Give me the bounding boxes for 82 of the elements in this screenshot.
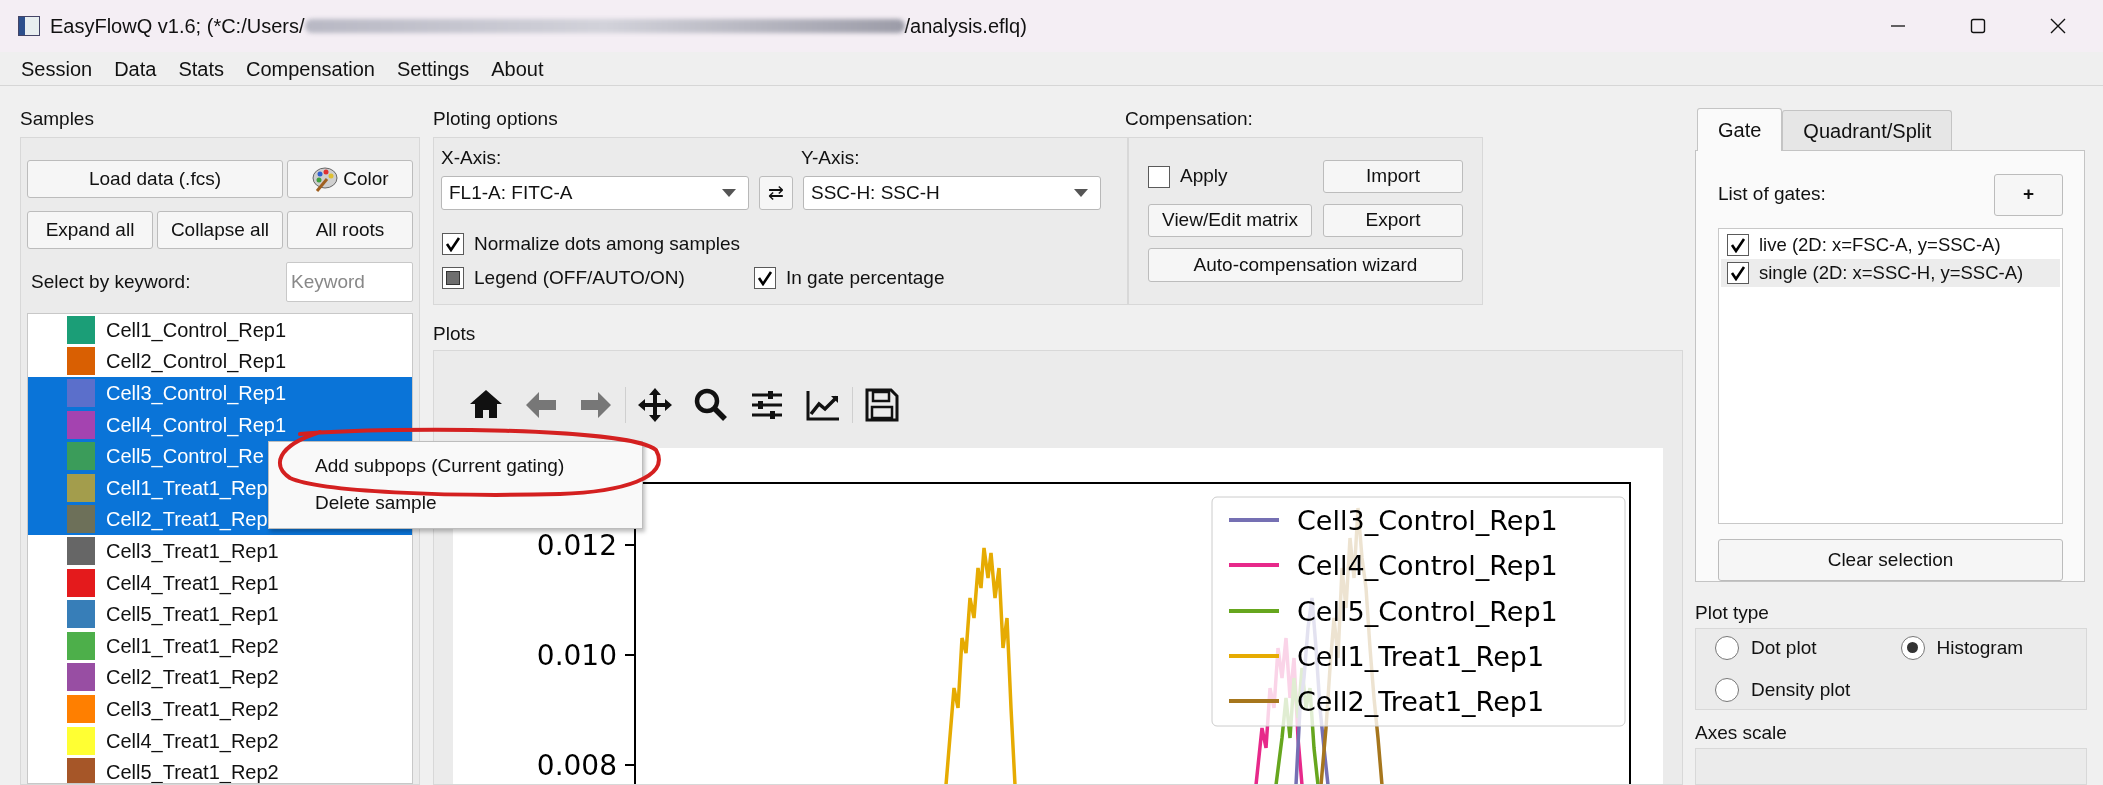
move-icon[interactable] [636, 386, 674, 424]
keyword-field[interactable]: Keyword [286, 262, 413, 302]
tick-label: 0.010 [536, 639, 617, 672]
group-title: Axes scale [1695, 720, 1788, 745]
sample-item[interactable]: Cell1_Treat1_Rep2 [28, 629, 412, 662]
add-gate-button[interactable]: + [1994, 173, 2063, 216]
sample-item[interactable]: Cell5_Treat1_Rep1 [28, 598, 412, 630]
legend-label: Cell1_Treat1_Rep1 [1297, 640, 1545, 672]
checkbox-label: Normalize dots among samples [474, 231, 741, 256]
load-data-button[interactable]: Load data (.fcs) [27, 160, 283, 198]
sample-item[interactable]: Cell1_Control_Rep1 [28, 314, 412, 346]
list-label: List of gates: [1718, 182, 1826, 207]
palette-icon [311, 166, 340, 192]
menu-item[interactable]: Settings [385, 53, 481, 84]
field-label: Y-Axis: [801, 146, 860, 166]
app-icon [18, 16, 40, 36]
tick-label: 0.008 [536, 749, 617, 782]
gate-item[interactable]: single (2D: x=SSC-H, y=SSC-A) [1721, 259, 2060, 287]
menu-item[interactable]: Compensation [235, 53, 386, 84]
sample-item[interactable]: Cell2_Control_Rep1 [28, 345, 412, 378]
sample-item[interactable]: Cell2_Treat1_Rep2 [28, 661, 412, 694]
checkbox[interactable] [1148, 165, 1170, 188]
group-title: Plot type [1695, 601, 1770, 625]
checkbox[interactable] [442, 267, 464, 289]
clear-selection-button[interactable]: Clear selection [1718, 539, 2063, 581]
tick-label: 0.012 [536, 529, 617, 562]
sample-item[interactable]: Cell3_Control_Rep1 [28, 377, 412, 409]
checkbox[interactable] [754, 267, 776, 289]
legend-label: Cell2_Treat1_Rep1 [1297, 686, 1545, 718]
radio-label: Density plot [1751, 677, 1851, 702]
window-title: /analysis.eflq) [904, 14, 1027, 39]
sample-item[interactable]: Cell4_Treat1_Rep2 [28, 724, 412, 757]
radio-button[interactable] [1715, 635, 1739, 660]
checkbox-label: Legend (OFF/AUTO/ON) [474, 265, 685, 290]
checkbox-label: In gate percentage [786, 265, 945, 290]
export-button[interactable]: Export [1323, 204, 1463, 237]
sample-item[interactable]: Cell3_Treat1_Rep2 [28, 693, 412, 725]
legend-label: Cell5_Control_Rep1 [1297, 595, 1558, 627]
expand-all-button[interactable]: Expand all [27, 211, 153, 249]
view-edit-matrix-button[interactable]: View/Edit matrix [1148, 204, 1312, 237]
y-axis-dropdown[interactable]: SSC-H: SSC-H [803, 176, 1101, 210]
tab[interactable]: Quadrant/Split [1782, 110, 1953, 150]
radio-button[interactable] [1715, 677, 1739, 702]
save-icon[interactable] [863, 386, 901, 424]
group-title: Compensation: [1125, 107, 1254, 131]
radio-label: Histogram [1936, 635, 2024, 660]
swap-axes-button[interactable]: ⇄ [759, 176, 793, 210]
auto-compensation-button[interactable]: Auto-compensation wizard [1148, 248, 1463, 282]
y-tick [624, 764, 636, 766]
menu-item[interactable]: Session [10, 53, 104, 84]
y-tick [624, 544, 636, 546]
y-tick [624, 654, 636, 656]
window-title: EasyFlowQ v1.6; (*C:/Users/ [50, 14, 305, 39]
collapse-all-button[interactable]: Collapse all [157, 211, 283, 249]
all-roots-button[interactable]: All roots [287, 211, 413, 249]
group-title: Ploting options [433, 107, 559, 131]
sample-item[interactable]: Cell5_Treat1_Rep2 [28, 756, 412, 783]
radio-label: Dot plot [1751, 635, 1817, 660]
checkbox[interactable] [1727, 262, 1749, 284]
gate-item[interactable]: live (2D: x=FSC-A, y=SSC-A) [1721, 231, 2060, 259]
menu-item[interactable]: Stats [167, 53, 235, 84]
radio-button[interactable] [1900, 635, 1925, 660]
group-title: Samples [20, 107, 95, 131]
sample-item[interactable]: Cell3_Treat1_Rep1 [28, 535, 412, 567]
x-axis-dropdown[interactable]: FL1-A: FITC-A [441, 176, 749, 210]
checkbox[interactable] [442, 233, 464, 255]
dropdown-arrow-icon [722, 189, 736, 197]
group-title: Plots [433, 322, 477, 346]
color-button[interactable]: Color [287, 160, 413, 198]
field-label: X-Axis: [441, 146, 503, 166]
sample-item[interactable]: Cell4_Treat1_Rep1 [28, 566, 412, 599]
field-label: Select by keyword: [31, 269, 191, 294]
menu-item[interactable]: About [480, 53, 555, 84]
checkbox-label: Apply [1180, 164, 1228, 189]
tab[interactable]: Gate [1697, 108, 1783, 151]
sample-item[interactable]: Cell4_Control_Rep1 [28, 408, 412, 441]
dropdown-arrow-icon [1074, 189, 1088, 197]
legend-label: Cell4_Control_Rep1 [1297, 550, 1558, 582]
checkbox[interactable] [1727, 234, 1749, 256]
import-button[interactable]: Import [1323, 160, 1463, 193]
legend-label: Cell3_Control_Rep1 [1297, 505, 1558, 536]
menu-item[interactable]: Data [103, 53, 168, 84]
